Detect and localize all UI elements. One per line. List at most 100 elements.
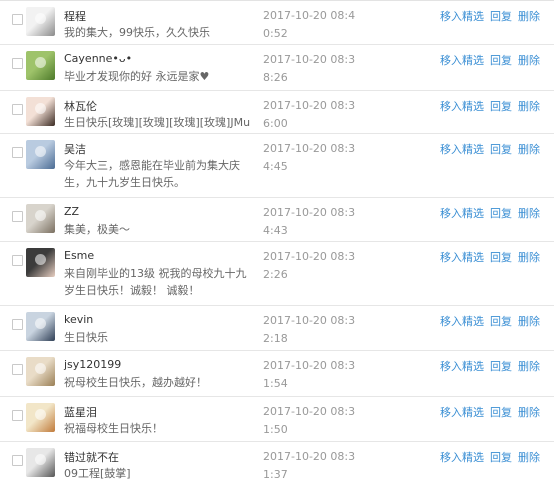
user-avatar-grass[interactable] [26, 51, 55, 80]
user-avatar-room[interactable] [26, 357, 55, 386]
row-checkbox[interactable] [12, 14, 23, 25]
comment-author[interactable]: Cayenne•ᴗ• [64, 52, 132, 65]
comment-author[interactable]: jsy120199 [64, 358, 121, 371]
row-checkbox[interactable] [12, 319, 23, 330]
reply-button[interactable]: 回复 [490, 360, 512, 373]
reply-button[interactable]: 回复 [490, 54, 512, 67]
feature-button[interactable]: 移入精选 [440, 54, 484, 67]
comment-actions: 移入精选 回复 删除 [440, 404, 540, 420]
delete-button[interactable]: 删除 [518, 10, 540, 23]
comment-author[interactable]: ZZ [64, 205, 79, 218]
user-avatar-street[interactable] [26, 204, 55, 233]
avatar-figure-icon [35, 103, 46, 114]
reply-button[interactable]: 回复 [490, 143, 512, 156]
reply-button[interactable]: 回复 [490, 207, 512, 220]
avatar-figure-icon [35, 210, 46, 221]
avatar-figure-icon [35, 13, 46, 24]
user-avatar-cartoon[interactable] [26, 403, 55, 432]
comment-row: 程程 我的集大，99快乐，久久快乐 2017-10-20 08:4 0:52 移入精选… [0, 1, 554, 45]
feature-button[interactable]: 移入精选 [440, 10, 484, 23]
comment-actions: 移入精选 回复 删除 [440, 141, 540, 157]
comment-timestamp: 2017-10-20 08:3 8:26 [263, 53, 356, 84]
comment-actions: 移入精选 回复 删除 [440, 358, 540, 374]
comment-timestamp: 2017-10-20 08:3 1:50 [263, 405, 356, 436]
delete-button[interactable]: 删除 [518, 207, 540, 220]
reply-button[interactable]: 回复 [490, 100, 512, 113]
comment-author[interactable]: 蓝星泪 [64, 404, 97, 420]
comment-row: 吴洁今年大三，感恩能在毕业前为集大庆生，九十九岁生日快乐。 2017-10-20 … [0, 134, 554, 198]
feature-button[interactable]: 移入精选 [440, 251, 484, 264]
comment-row: jsy120199 祝母校生日快乐，越办越好！ 2017-10-20 08:3 1:… [0, 351, 554, 397]
comment-row: 错过就不在 09工程[鼓掌] 2017-10-20 08:3 1:37 移入精选 回复删… [0, 442, 554, 490]
delete-button[interactable]: 删除 [518, 451, 540, 464]
user-avatar-face[interactable] [26, 448, 55, 477]
avatar-figure-icon [35, 318, 46, 329]
comment-actions: 移入精选 回复 删除 [440, 52, 540, 68]
delete-button[interactable]: 删除 [518, 100, 540, 113]
comment-message: 来自刚毕业的13级 祝我的母校九十九岁生日快乐！诚毅！ 诚毅！ [64, 267, 247, 297]
comment-timestamp: 2017-10-20 08:3 6:00 [263, 99, 356, 130]
comment-author[interactable]: Esme [64, 249, 94, 262]
comment-message: 祝母校生日快乐，越办越好！ [64, 376, 207, 389]
reply-button[interactable]: 回复 [490, 315, 512, 328]
reply-button[interactable]: 回复 [490, 451, 512, 464]
comment-timestamp: 2017-10-20 08:3 4:45 [263, 142, 356, 173]
feature-button[interactable]: 移入精选 [440, 360, 484, 373]
comment-timestamp: 2017-10-20 08:3 2:18 [263, 314, 356, 345]
reply-button[interactable]: 回复 [490, 406, 512, 419]
row-checkbox[interactable] [12, 211, 23, 222]
comment-message: 今年大三，感恩能在毕业前为集大庆生，九十九岁生日快乐。 [64, 159, 240, 189]
row-checkbox[interactable] [12, 410, 23, 421]
feature-button[interactable]: 移入精选 [440, 143, 484, 156]
comment-author[interactable]: 吴洁 [64, 141, 86, 157]
reply-button[interactable]: 回复 [490, 10, 512, 23]
comment-message: 09工程[鼓掌] [64, 467, 131, 480]
avatar-figure-icon [35, 454, 46, 465]
user-avatar-sea[interactable] [26, 140, 55, 169]
comment-message: 生日快乐[玫瑰][玫瑰][玫瑰][玫瑰]JMu [64, 116, 251, 129]
row-checkbox[interactable] [12, 255, 23, 266]
delete-button[interactable]: 删除 [518, 315, 540, 328]
avatar-figure-icon [35, 254, 46, 265]
comment-timestamp: 2017-10-20 08:4 0:52 [263, 9, 356, 40]
comment-timestamp: 2017-10-20 08:3 2:26 [263, 250, 356, 281]
user-avatar-portrait[interactable] [26, 97, 55, 126]
reply-button[interactable]: 回复 [490, 251, 512, 264]
feature-button[interactable]: 移入精选 [440, 451, 484, 464]
avatar-figure-icon [35, 57, 46, 68]
comment-author[interactable]: 程程 [64, 8, 86, 24]
comment-message: 毕业才发现你的好 永远是家♥ [64, 70, 210, 83]
comment-actions: 移入精选 回复 删除 [440, 449, 540, 465]
feature-button[interactable]: 移入精选 [440, 315, 484, 328]
row-checkbox[interactable] [12, 58, 23, 69]
row-checkbox[interactable] [12, 455, 23, 466]
delete-button[interactable]: 删除 [518, 54, 540, 67]
delete-button[interactable]: 删除 [518, 406, 540, 419]
feature-button[interactable]: 移入精选 [440, 207, 484, 220]
comment-message: 集美，极美～ [64, 223, 130, 236]
row-checkbox[interactable] [12, 364, 23, 375]
comment-author[interactable]: 错过就不在 [64, 449, 119, 465]
user-avatar-girl[interactable] [26, 248, 55, 277]
comment-actions: 移入精选 回复 删除 [440, 313, 540, 329]
comment-actions: 移入精选 回复 删除 [440, 8, 540, 24]
user-avatar-sketch[interactable] [26, 7, 55, 36]
row-checkbox[interactable] [12, 147, 23, 158]
feature-button[interactable]: 移入精选 [440, 100, 484, 113]
delete-button[interactable]: 删除 [518, 143, 540, 156]
delete-button[interactable]: 删除 [518, 360, 540, 373]
user-avatar-tower[interactable] [26, 312, 55, 341]
delete-button[interactable]: 删除 [518, 251, 540, 264]
avatar-figure-icon [35, 409, 46, 420]
feature-button[interactable]: 移入精选 [440, 406, 484, 419]
comment-author[interactable]: kevin [64, 313, 93, 326]
comment-row: 蓝星泪 祝福母校生日快乐！ 2017-10-20 08:3 1:50 移入精选 回复 删除 [0, 397, 554, 442]
comment-author[interactable]: 林瓦伦 [64, 98, 97, 114]
avatar-figure-icon [35, 363, 46, 374]
row-checkbox[interactable] [12, 104, 23, 115]
comment-row: Cayenne•ᴗ• 毕业才发现你的好 永远是家♥ 2017-10-20 08:3 … [0, 45, 554, 91]
comment-row: kevin 生日快乐 2017-10-20 08:3 2:18 移入精选 回复 删除 [0, 306, 554, 351]
comment-row: Esme 来自刚毕业的13级 祝我的母校九十九岁生日快乐！诚毅！ 诚毅！ 2017-… [0, 242, 554, 306]
avatar-figure-icon [35, 146, 46, 157]
comment-timestamp: 2017-10-20 08:3 1:37 [263, 450, 356, 481]
